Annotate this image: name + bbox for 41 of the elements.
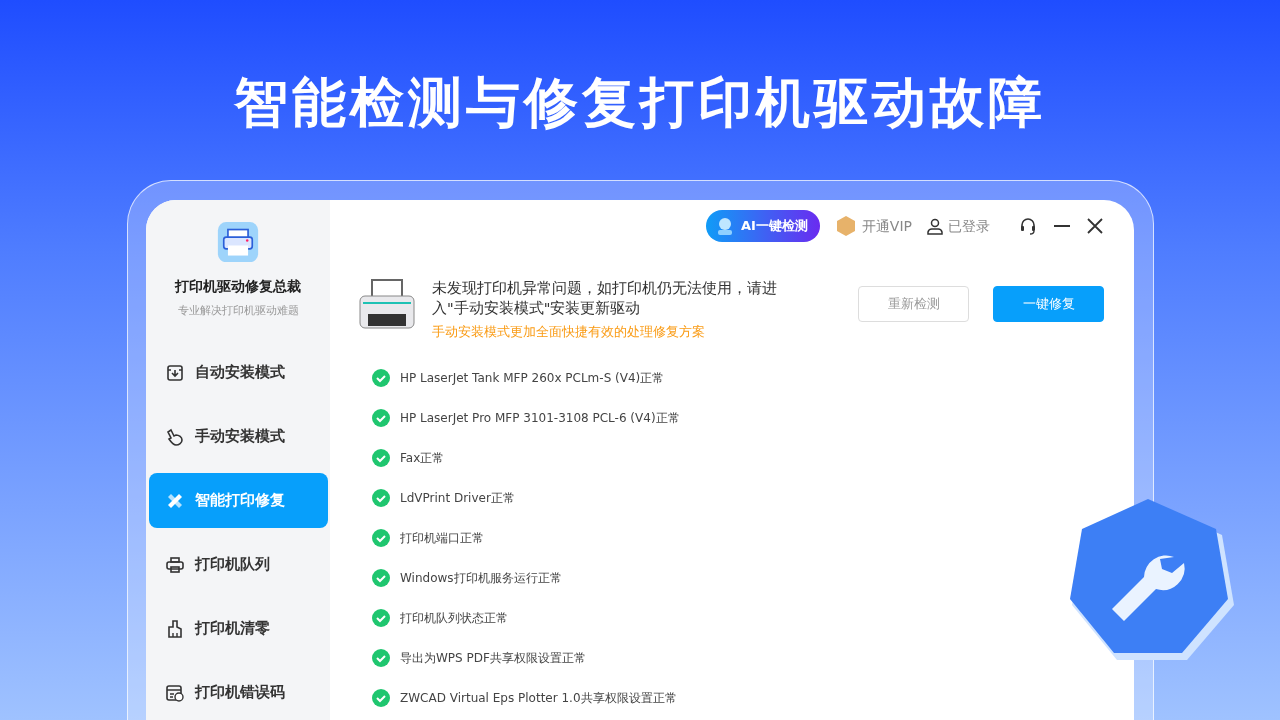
- check-circle-icon: [372, 688, 390, 707]
- check-result: 打印机队列状态正常: [400, 609, 508, 627]
- check-result: HP LaserJet Pro MFP 3101-3108 PCL-6 (V4)正常: [400, 409, 680, 427]
- recheck-button[interactable]: 重新检测: [858, 286, 969, 322]
- vip-link[interactable]: 开通VIP: [833, 214, 912, 238]
- headset-icon[interactable]: [1018, 216, 1038, 236]
- app-tagline: 专业解决打印机驱动难题: [177, 303, 299, 319]
- nav-item[interactable]: 打印机队列: [148, 537, 328, 592]
- headline: 智能检测与修复打印机驱动故障: [234, 71, 1046, 134]
- user-icon: [926, 217, 944, 235]
- check-circle-icon: [372, 648, 390, 667]
- repair-button[interactable]: 一键修复: [993, 286, 1104, 322]
- check-result: ZWCAD Virtual Eps Plotter 1.0共享权限设置正常: [400, 689, 677, 707]
- nav-item[interactable]: 手动安装模式: [148, 409, 328, 464]
- download-box-icon: [164, 362, 185, 383]
- printer-icon: [358, 278, 416, 332]
- check-circle-icon: [372, 528, 390, 547]
- check-result: Windows打印机服务运行正常: [400, 569, 562, 587]
- check-circle-icon: [372, 568, 390, 587]
- printer-icon: [164, 554, 185, 575]
- check-circle-icon: [372, 448, 390, 467]
- app-name: 打印机驱动修复总裁: [175, 277, 301, 297]
- check-circle-icon: [372, 368, 390, 387]
- nav-item[interactable]: 智能打印修复: [148, 473, 328, 528]
- close-icon[interactable]: [1086, 217, 1104, 235]
- ai-detect-button[interactable]: AI一键检测: [705, 210, 820, 242]
- account-link[interactable]: 已登录: [926, 215, 990, 237]
- nav-item[interactable]: 打印机清零: [148, 601, 328, 656]
- check-result: HP LaserJet Tank MFP 260x PCLm-S (V4)正常: [400, 369, 665, 387]
- check-result: LdVPrint Driver正常: [400, 489, 515, 507]
- nav-item[interactable]: 打印机错误码: [148, 665, 328, 720]
- check-circle-icon: [372, 408, 390, 427]
- check-result: Fax正常: [400, 449, 445, 467]
- notice-hint: 手动安装模式更加全面快捷有效的处理修复方案: [432, 323, 706, 341]
- check-circle-icon: [372, 488, 390, 507]
- check-result: 打印机端口正常: [400, 529, 484, 547]
- check-result: 导出为WPS PDF共享权限设置正常: [400, 649, 586, 667]
- notice-message: 未发现打印机异常问题，如打印机仍无法使用，请进入"手动安装模式"安装更新驱动: [432, 279, 778, 318]
- check-circle-icon: [372, 608, 390, 627]
- nav-item[interactable]: 自动安装模式: [148, 345, 328, 400]
- error-list-icon: [164, 682, 185, 703]
